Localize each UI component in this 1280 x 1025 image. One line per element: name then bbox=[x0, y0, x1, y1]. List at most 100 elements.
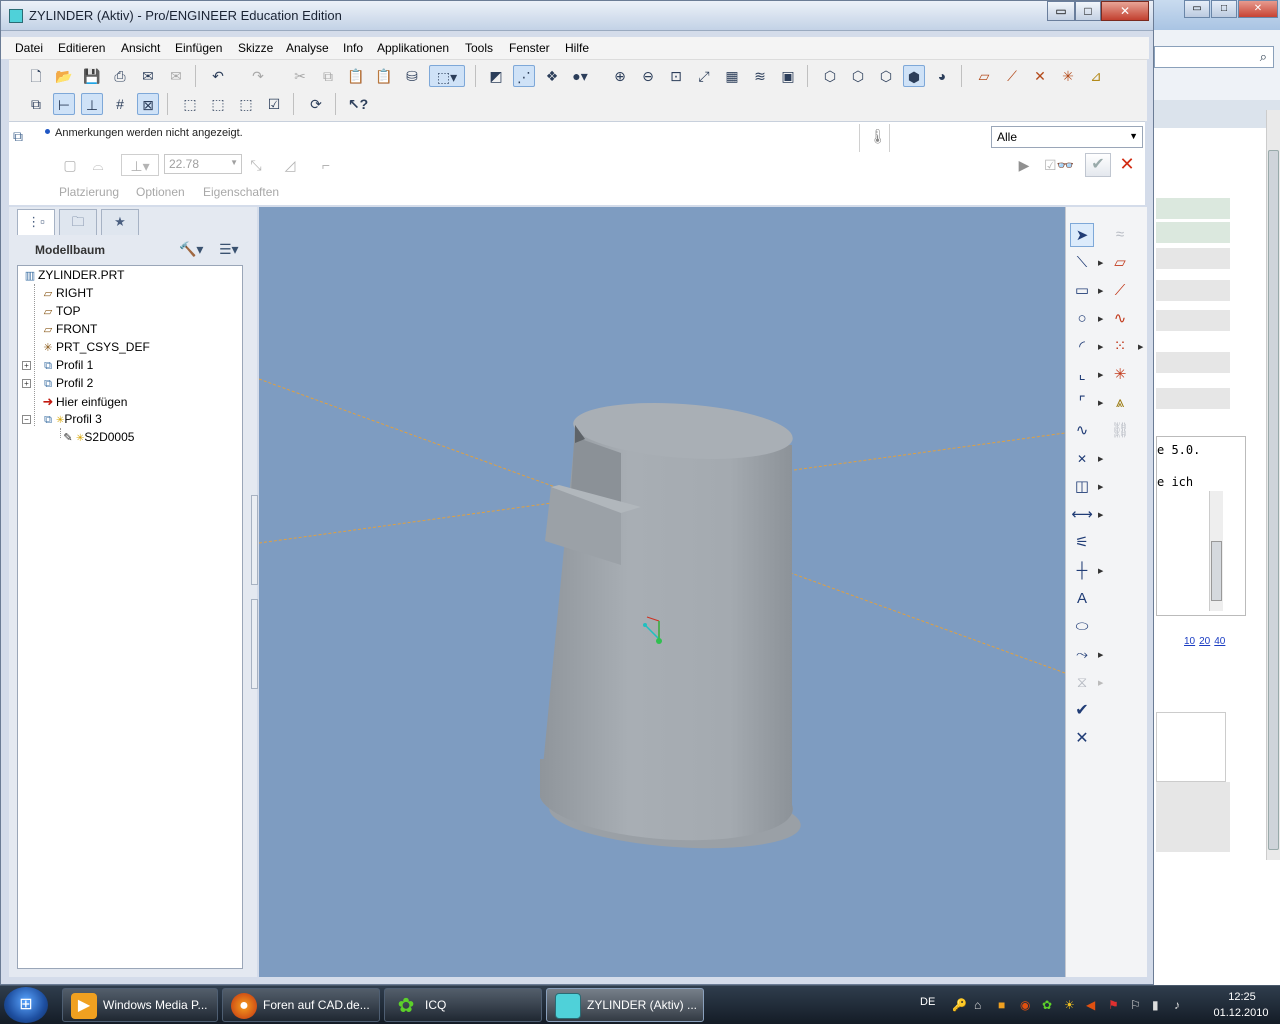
tab-platzierung[interactable]: Platzierung bbox=[59, 185, 119, 199]
tray-monitor-icon[interactable]: ◉ bbox=[1020, 998, 1030, 1012]
saved-views-icon[interactable]: ▦ bbox=[721, 65, 743, 87]
flip-direction-icon[interactable]: ⤡ bbox=[245, 154, 267, 176]
menu-datei[interactable]: Datei bbox=[15, 41, 43, 55]
tree-item-profil-2[interactable]: + ⧉ Profil 2 bbox=[22, 376, 93, 394]
tree-item-profil-1[interactable]: + ⧉ Profil 1 bbox=[22, 358, 93, 376]
save-icon[interactable]: 💾 bbox=[81, 65, 103, 87]
menu-hilfe[interactable]: Hilfe bbox=[565, 41, 589, 55]
paste-special-icon[interactable]: 📋 bbox=[373, 65, 395, 87]
tree-settings-icon[interactable]: 🔨▾ bbox=[179, 241, 203, 258]
tab-eigenschaften[interactable]: Eigenschaften bbox=[203, 185, 279, 199]
point-tool-icon[interactable]: ✕ bbox=[1070, 447, 1094, 471]
modify-tool-icon[interactable]: ⚟ bbox=[1070, 531, 1094, 555]
copy-icon[interactable]: ⧉ bbox=[317, 65, 339, 87]
model-player-icon[interactable]: ⟳ bbox=[305, 93, 327, 115]
line-tool-icon[interactable]: ⟍ bbox=[1070, 251, 1094, 275]
chamfer-tool-icon[interactable]: ⌜ bbox=[1070, 391, 1094, 415]
context-help-icon[interactable]: ↖? bbox=[347, 93, 369, 115]
model-tree-tab-icon[interactable]: ⋮▫ bbox=[17, 209, 55, 235]
grid-display-icon[interactable]: # bbox=[109, 93, 131, 115]
undo-icon[interactable]: ↶ bbox=[207, 65, 229, 87]
depth-option-icon[interactable]: ⊥▾ bbox=[121, 154, 159, 176]
select-pointer-icon[interactable]: ➤ bbox=[1070, 223, 1094, 247]
sketch-orientation-icon[interactable]: ◩ bbox=[485, 65, 507, 87]
datum-axes-display-icon[interactable]: ⟋ bbox=[1001, 65, 1023, 87]
selection-box-icon[interactable]: ⬚▾ bbox=[429, 65, 465, 87]
annotation-tool-icon[interactable]: ⩓ bbox=[1108, 391, 1132, 415]
menu-editieren[interactable]: Editieren bbox=[58, 41, 105, 55]
minimize-icon[interactable]: ▭ bbox=[1184, 0, 1210, 18]
spline-tool-icon[interactable]: ∿ bbox=[1070, 419, 1094, 443]
background-search-input[interactable]: ⌕ bbox=[1154, 46, 1274, 68]
collapse-icon[interactable]: − bbox=[22, 415, 31, 424]
coordinate-system-tool-icon[interactable]: ✳ bbox=[1108, 363, 1132, 387]
highlight-open-ends-icon[interactable]: ⬚ bbox=[207, 93, 229, 115]
scroll-thumb[interactable] bbox=[1268, 150, 1279, 850]
background-scrollbar[interactable] bbox=[1266, 110, 1280, 860]
network-signal-icon[interactable]: ▮ bbox=[1152, 998, 1159, 1012]
taskbar-item-firefox[interactable]: ● Foren auf CAD.de... bbox=[222, 988, 380, 1022]
tab-optionen[interactable]: Optionen bbox=[136, 185, 185, 199]
expand-icon[interactable]: + bbox=[22, 361, 31, 370]
datum-planes-display-icon[interactable]: ▱ bbox=[973, 65, 995, 87]
expand-icon[interactable]: + bbox=[22, 379, 31, 388]
close-button[interactable]: ✕ bbox=[1101, 1, 1149, 21]
flyout-arrow-icon[interactable]: ▶ bbox=[1138, 343, 1143, 351]
tree-item-right[interactable]: ▱ RIGHT bbox=[40, 286, 94, 304]
shaded-view-icon[interactable]: ⬢ bbox=[903, 65, 925, 87]
tray-icq-icon[interactable]: ✿ bbox=[1042, 998, 1052, 1012]
zoom-out-icon[interactable]: ⊖ bbox=[637, 65, 659, 87]
hidden-line-icon[interactable]: ⬡ bbox=[847, 65, 869, 87]
tray-notify-icon[interactable]: ■ bbox=[998, 998, 1005, 1012]
tree-display-icon[interactable]: ☰▾ bbox=[219, 241, 239, 258]
trim-tool-icon[interactable]: ⤳ bbox=[1070, 643, 1094, 667]
action-center-icon[interactable]: ⚐ bbox=[1130, 998, 1141, 1012]
constraint-tool-icon[interactable]: ┼ bbox=[1070, 559, 1094, 583]
splitter-grip[interactable] bbox=[251, 495, 258, 585]
constraint-display-icon[interactable]: ⊥ bbox=[81, 93, 103, 115]
volume-icon[interactable]: ♪ bbox=[1174, 998, 1180, 1012]
sketch-display-icon[interactable]: ⋰ bbox=[513, 65, 535, 87]
cut-icon[interactable]: ✂ bbox=[289, 65, 311, 87]
flyout-arrow-icon[interactable]: ▶ bbox=[1098, 343, 1103, 351]
pager-link[interactable]: 40 bbox=[1214, 636, 1225, 647]
zoom-in-icon[interactable]: ⊕ bbox=[609, 65, 631, 87]
link-tool-icon[interactable]: ⛓ bbox=[1108, 419, 1132, 443]
maximize-icon[interactable]: □ bbox=[1211, 0, 1237, 18]
wireframe-icon[interactable]: ⬡ bbox=[819, 65, 841, 87]
cancel-x-icon[interactable]: ✕ bbox=[1115, 153, 1139, 177]
taskbar-item-proe[interactable]: ZYLINDER (Aktiv) ... bbox=[546, 988, 704, 1022]
sketch-setup-icon[interactable]: ⧉ bbox=[25, 93, 47, 115]
feature-requirements-icon[interactable]: ☑ bbox=[263, 93, 285, 115]
graphics-viewport[interactable] bbox=[259, 207, 1065, 977]
panel-splitter[interactable] bbox=[251, 495, 259, 691]
start-button[interactable]: ⊞ bbox=[4, 987, 48, 1023]
flyout-arrow-icon[interactable]: ▶ bbox=[1098, 567, 1103, 575]
paste-icon[interactable]: 📋 bbox=[345, 65, 367, 87]
language-indicator[interactable]: DE bbox=[920, 996, 935, 1008]
datum-points-display-icon[interactable]: ✕ bbox=[1029, 65, 1051, 87]
folder-browser-tab-icon[interactable]: 🗀 bbox=[59, 209, 97, 235]
no-hidden-icon[interactable]: ⬡ bbox=[875, 65, 897, 87]
taskbar-item-media-player[interactable]: ▶ Windows Media P... bbox=[62, 988, 218, 1022]
minimize-button[interactable]: ▭ bbox=[1047, 1, 1075, 21]
flyout-arrow-icon[interactable]: ▶ bbox=[1098, 287, 1103, 295]
flyout-arrow-icon[interactable]: ▶ bbox=[1098, 455, 1103, 463]
maximize-button[interactable]: □ bbox=[1075, 1, 1101, 21]
use-edge-tool-icon[interactable]: ◫ bbox=[1070, 475, 1094, 499]
done-checkmark-icon[interactable]: ✔ bbox=[1070, 699, 1094, 723]
tray-network-icon[interactable]: ⌂ bbox=[974, 998, 981, 1012]
pause-play-icon[interactable]: ▶ bbox=[1013, 154, 1035, 176]
print-icon[interactable]: ⎙ bbox=[109, 65, 131, 87]
close-icon[interactable]: ✕ bbox=[1238, 0, 1278, 18]
layers-icon[interactable]: ≋ bbox=[749, 65, 771, 87]
arc-tool-icon[interactable]: ◜ bbox=[1070, 335, 1094, 359]
flyout-arrow-icon[interactable]: ▶ bbox=[1098, 651, 1103, 659]
datum-axis-tool-icon[interactable]: ⟋ bbox=[1108, 279, 1132, 303]
flyout-arrow-icon[interactable]: ▶ bbox=[1098, 679, 1103, 687]
menu-ansicht[interactable]: Ansicht bbox=[121, 41, 160, 55]
flyout-arrow-icon[interactable]: ▶ bbox=[1098, 511, 1103, 519]
sketcher-palette-icon[interactable]: ≈ bbox=[1108, 223, 1132, 247]
datum-display-icon[interactable]: ❖ bbox=[541, 65, 563, 87]
clock-time[interactable]: 12:25 bbox=[1212, 991, 1272, 1003]
